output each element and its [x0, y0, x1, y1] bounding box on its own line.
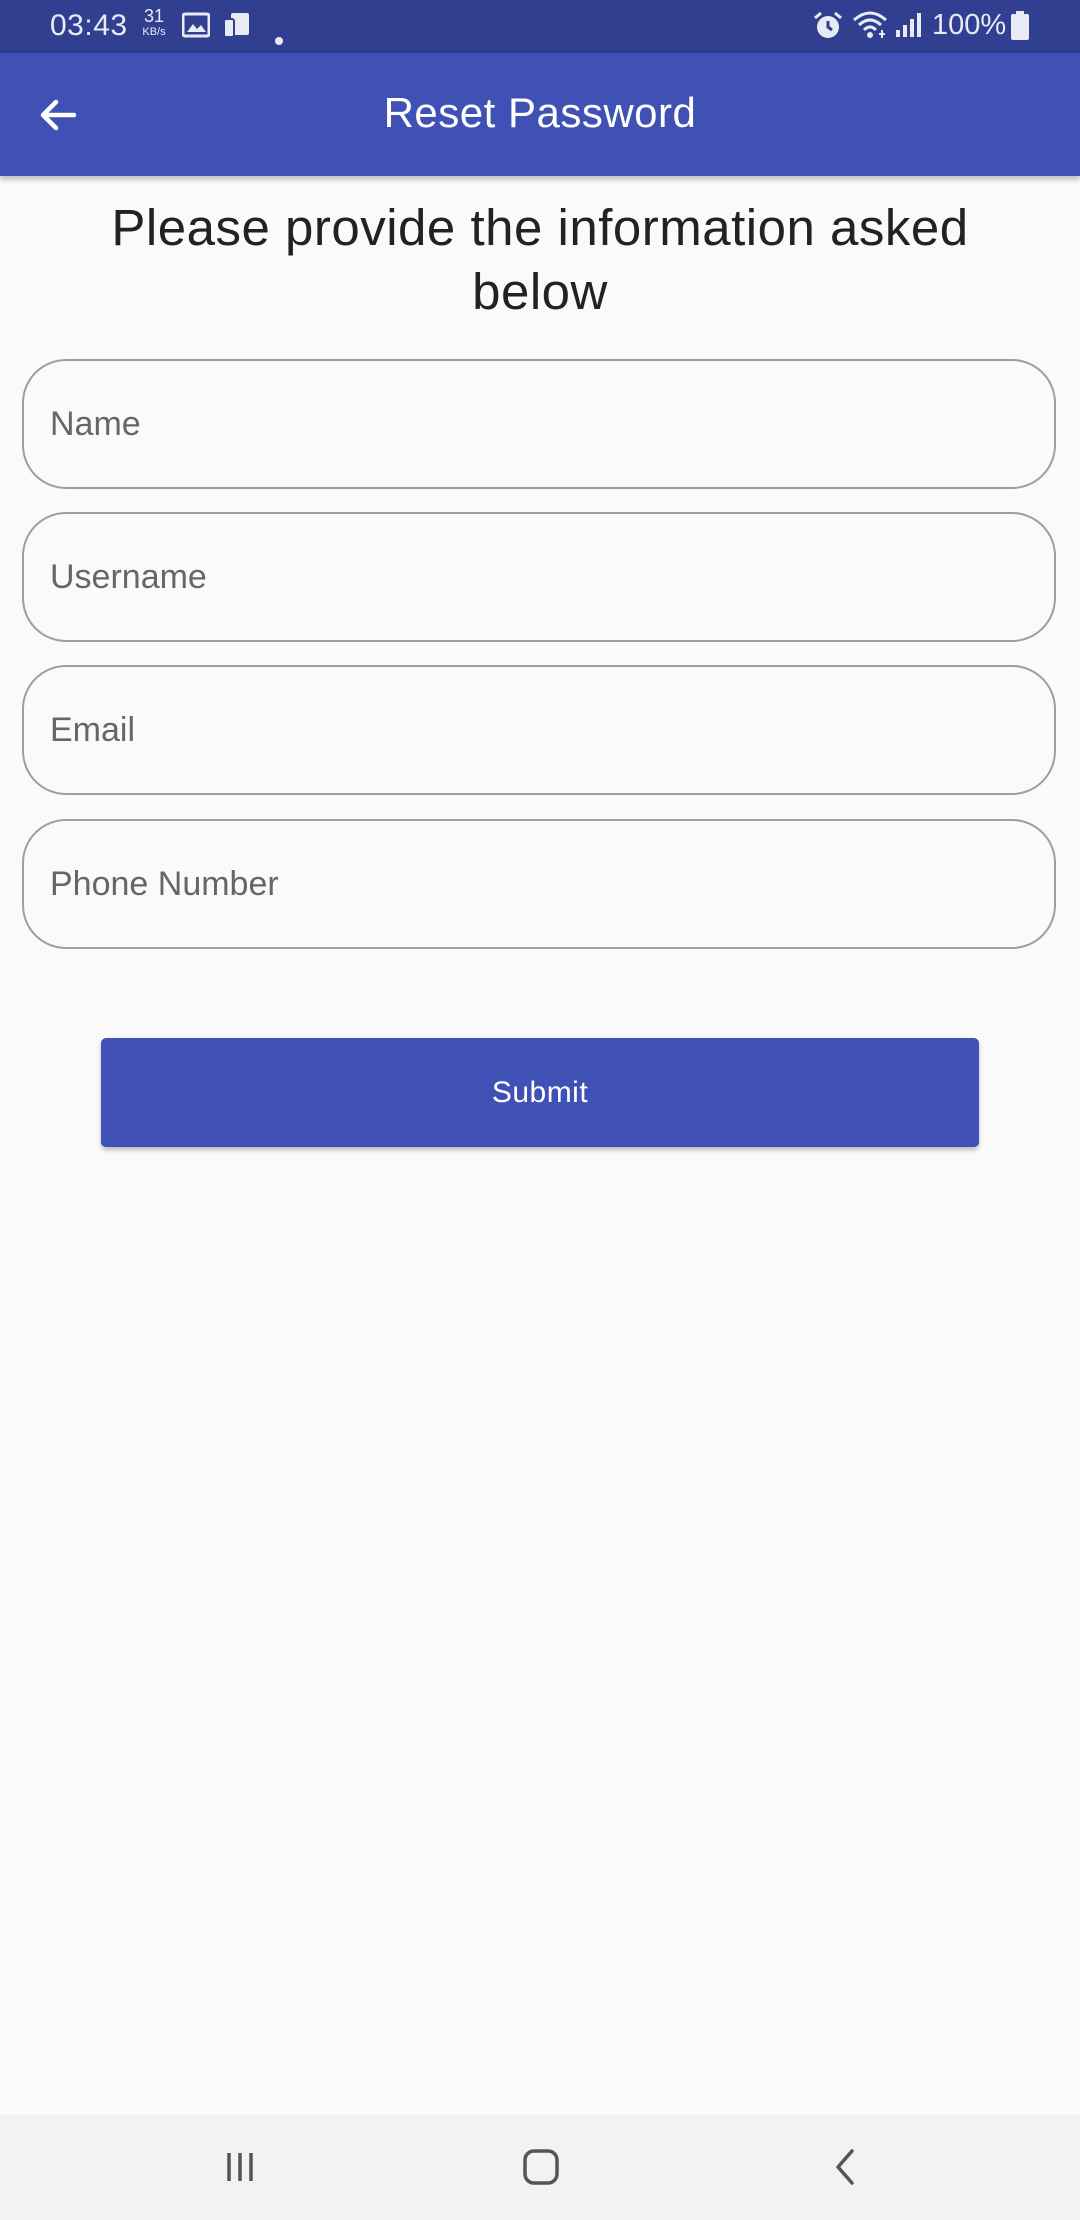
home-button[interactable] — [501, 2137, 581, 2197]
home-icon — [523, 2149, 559, 2185]
notification-icon — [222, 12, 252, 48]
username-input[interactable] — [24, 514, 1054, 640]
name-field[interactable] — [22, 359, 1056, 489]
recent-apps-button[interactable] — [200, 2137, 280, 2197]
nav-back-button[interactable] — [805, 2137, 885, 2197]
app-bar: Reset Password — [0, 53, 1080, 176]
wifi-icon — [852, 10, 888, 48]
form-heading: Please provide the information asked bel… — [111, 199, 969, 320]
recent-apps-icon — [227, 2153, 253, 2181]
net-speed-value: 31 — [143, 6, 165, 26]
back-icon — [836, 2149, 854, 2185]
net-speed-unit: KB/s — [142, 26, 166, 38]
battery-percent: 100% — [932, 9, 1007, 41]
email-field[interactable] — [22, 665, 1056, 795]
battery-icon — [1010, 11, 1030, 49]
submit-button[interactable]: Submit — [101, 1038, 979, 1147]
alarm-icon — [812, 11, 844, 49]
dot-icon — [274, 20, 284, 54]
net-speed: 31 KB/s — [136, 7, 172, 38]
signal-icon — [894, 12, 922, 46]
status-bar: 03:43 31 KB/s 100% — [0, 0, 1080, 53]
phone-input[interactable] — [24, 821, 1054, 947]
email-input[interactable] — [24, 667, 1054, 793]
status-time: 03:43 — [50, 9, 128, 42]
name-input[interactable] — [24, 361, 1054, 487]
username-field[interactable] — [22, 512, 1056, 642]
page-title: Reset Password — [383, 89, 697, 136]
phone-field[interactable] — [22, 819, 1056, 949]
system-nav-bar — [0, 2115, 1080, 2220]
gallery-icon — [181, 12, 211, 46]
